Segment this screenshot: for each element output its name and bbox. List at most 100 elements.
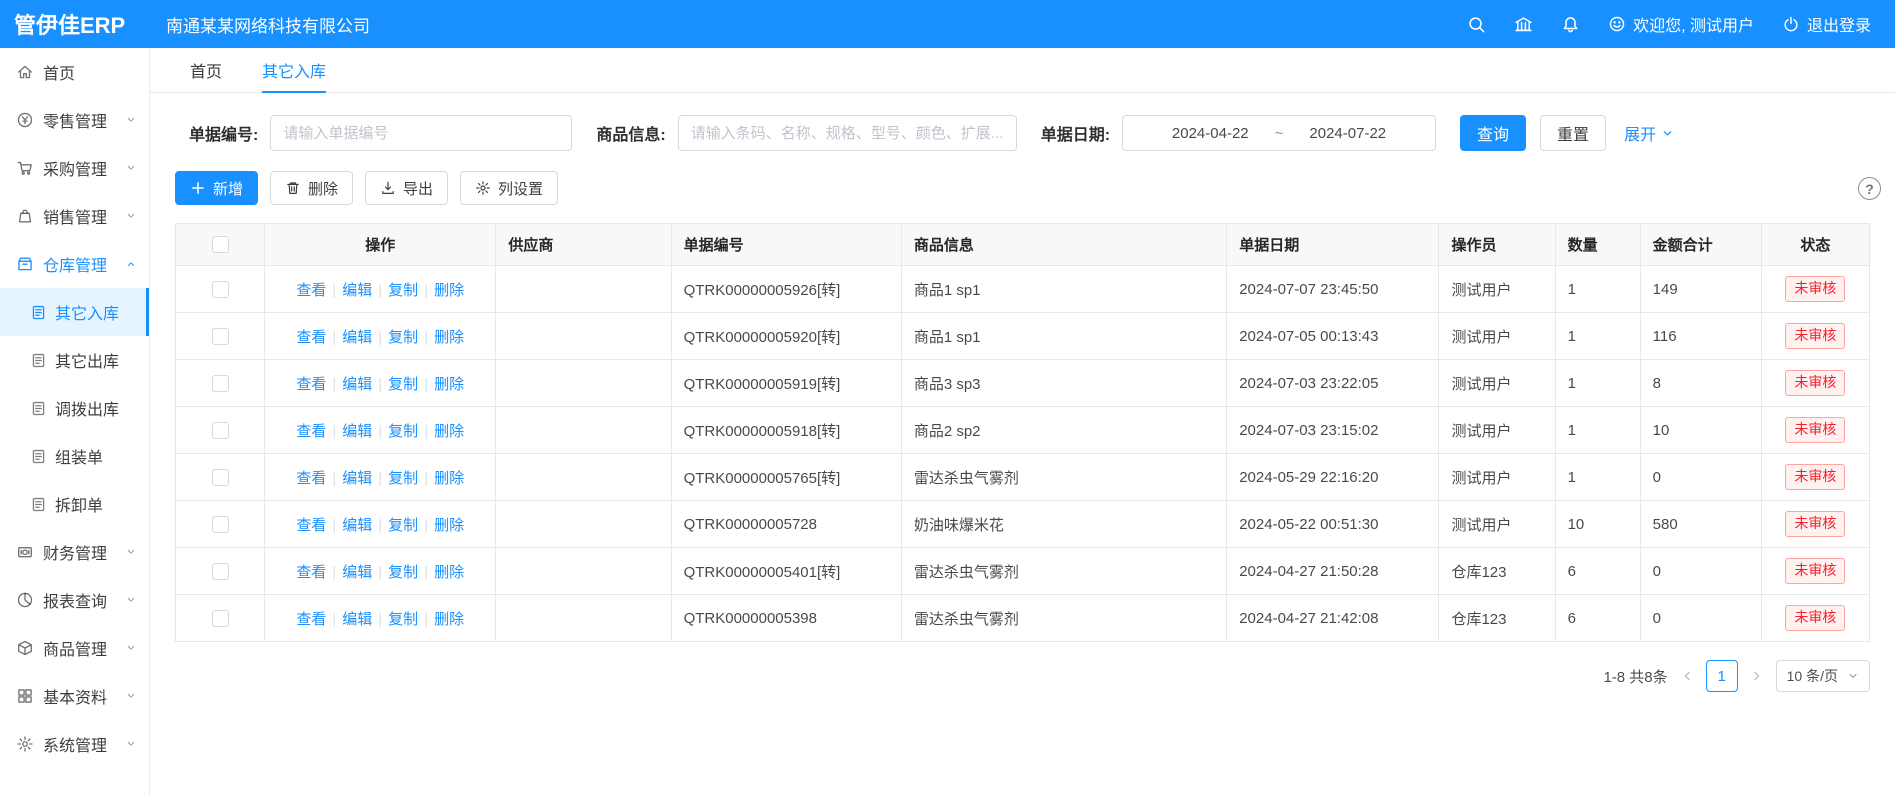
row-action-delete[interactable]: 删除 bbox=[434, 282, 464, 299]
bell-icon[interactable] bbox=[1561, 15, 1580, 34]
row-action-view[interactable]: 查看 bbox=[296, 470, 326, 487]
cell-amount: 8 bbox=[1640, 360, 1761, 407]
logout-button[interactable]: 退出登录 bbox=[1782, 12, 1871, 36]
sidebar-item-purchase[interactable]: 采购管理 bbox=[0, 144, 149, 192]
row-action-copy[interactable]: 复制 bbox=[388, 611, 418, 628]
row-checkbox[interactable] bbox=[212, 422, 229, 439]
row-checkbox[interactable] bbox=[212, 328, 229, 345]
row-action-copy[interactable]: 复制 bbox=[388, 282, 418, 299]
row-action-view[interactable]: 查看 bbox=[296, 564, 326, 581]
select-all-checkbox[interactable] bbox=[212, 236, 229, 253]
row-checkbox[interactable] bbox=[212, 375, 229, 392]
row-action-delete[interactable]: 删除 bbox=[434, 611, 464, 628]
row-action-delete[interactable]: 删除 bbox=[434, 329, 464, 346]
row-action-view[interactable]: 查看 bbox=[296, 611, 326, 628]
search-button[interactable]: 查询 bbox=[1460, 115, 1526, 151]
sidebar-item-system[interactable]: 系统管理 bbox=[0, 720, 149, 768]
bill-no-input[interactable] bbox=[270, 115, 572, 151]
row-action-edit[interactable]: 编辑 bbox=[342, 376, 372, 393]
prev-page-button[interactable] bbox=[1680, 669, 1694, 683]
row-action-copy[interactable]: 复制 bbox=[388, 470, 418, 487]
cell-bill-no: QTRK00000005398 bbox=[671, 595, 901, 642]
row-action-view[interactable]: 查看 bbox=[296, 376, 326, 393]
row-checkbox[interactable] bbox=[212, 469, 229, 486]
sidebar-item-product[interactable]: 商品管理 bbox=[0, 624, 149, 672]
document-icon bbox=[30, 448, 47, 465]
row-action-delete[interactable]: 删除 bbox=[434, 517, 464, 534]
row-action-delete[interactable]: 删除 bbox=[434, 376, 464, 393]
sidebar-item-finance[interactable]: 财务管理 bbox=[0, 528, 149, 576]
sidebar-item-transfer-outbound[interactable]: 调拨出库 bbox=[0, 384, 149, 432]
reset-button[interactable]: 重置 bbox=[1540, 115, 1606, 151]
cell-qty: 6 bbox=[1555, 548, 1640, 595]
search-icon[interactable] bbox=[1467, 15, 1486, 34]
date-end-value[interactable]: 2024-07-22 bbox=[1309, 125, 1386, 142]
delete-button[interactable]: 删除 bbox=[270, 171, 353, 205]
sidebar-item-retail[interactable]: 零售管理 bbox=[0, 96, 149, 144]
sidebar-item-warehouse[interactable]: 仓库管理 bbox=[0, 240, 149, 288]
tab-other-inbound[interactable]: 其它入库 bbox=[262, 48, 326, 92]
sidebar-item-assembly-order[interactable]: 组装单 bbox=[0, 432, 149, 480]
cell-operator: 测试用户 bbox=[1439, 313, 1555, 360]
row-action-view[interactable]: 查看 bbox=[296, 517, 326, 534]
trash-icon bbox=[285, 180, 301, 196]
product-info-input[interactable] bbox=[678, 115, 1017, 151]
row-checkbox[interactable] bbox=[212, 563, 229, 580]
sidebar-item-basic-data[interactable]: 基本资料 bbox=[0, 672, 149, 720]
sidebar-item-home[interactable]: 首页 bbox=[0, 48, 149, 96]
row-action-copy[interactable]: 复制 bbox=[388, 329, 418, 346]
report-icon bbox=[16, 591, 34, 609]
date-start-value[interactable]: 2024-04-22 bbox=[1172, 125, 1249, 142]
row-action-edit[interactable]: 编辑 bbox=[342, 329, 372, 346]
row-action-delete[interactable]: 删除 bbox=[434, 470, 464, 487]
cell-supplier bbox=[496, 595, 671, 642]
help-icon[interactable]: ? bbox=[1858, 177, 1881, 200]
sidebar-item-disassembly-order[interactable]: 拆卸单 bbox=[0, 480, 149, 528]
cell-actions: 查看|编辑|复制|删除 bbox=[265, 360, 496, 407]
sidebar-item-report[interactable]: 报表查询 bbox=[0, 576, 149, 624]
sidebar-item-other-outbound[interactable]: 其它出库 bbox=[0, 336, 149, 384]
row-action-edit[interactable]: 编辑 bbox=[342, 517, 372, 534]
row-checkbox[interactable] bbox=[212, 610, 229, 627]
row-action-view[interactable]: 查看 bbox=[296, 329, 326, 346]
user-menu[interactable]: 欢迎您, 测试用户 bbox=[1608, 12, 1754, 36]
column-settings-label: 列设置 bbox=[498, 178, 543, 199]
action-divider: | bbox=[424, 423, 428, 440]
row-action-delete[interactable]: 删除 bbox=[434, 564, 464, 581]
row-action-copy[interactable]: 复制 bbox=[388, 564, 418, 581]
column-settings-button[interactable]: 列设置 bbox=[460, 171, 558, 205]
row-action-edit[interactable]: 编辑 bbox=[342, 282, 372, 299]
add-button[interactable]: 新增 bbox=[175, 171, 258, 205]
cell-operator: 测试用户 bbox=[1439, 407, 1555, 454]
row-action-view[interactable]: 查看 bbox=[296, 423, 326, 440]
row-action-edit[interactable]: 编辑 bbox=[342, 470, 372, 487]
row-checkbox[interactable] bbox=[212, 516, 229, 533]
row-action-delete[interactable]: 删除 bbox=[434, 423, 464, 440]
building-icon[interactable] bbox=[1514, 15, 1533, 34]
cell-operator: 仓库123 bbox=[1439, 548, 1555, 595]
table-row: 查看|编辑|复制|删除 QTRK00000005765[转] 雷达杀虫气雾剂 2… bbox=[176, 454, 1870, 501]
row-action-edit[interactable]: 编辑 bbox=[342, 611, 372, 628]
sidebar-item-other-inbound[interactable]: 其它入库 bbox=[0, 288, 149, 336]
row-action-edit[interactable]: 编辑 bbox=[342, 423, 372, 440]
next-page-button[interactable] bbox=[1750, 669, 1764, 683]
row-action-edit[interactable]: 编辑 bbox=[342, 564, 372, 581]
row-action-view[interactable]: 查看 bbox=[296, 282, 326, 299]
row-action-copy[interactable]: 复制 bbox=[388, 376, 418, 393]
action-divider: | bbox=[424, 282, 428, 299]
bill-no-label: 单据编号: bbox=[189, 121, 258, 145]
tab-home[interactable]: 首页 bbox=[190, 48, 222, 92]
table-row: 查看|编辑|复制|删除 QTRK00000005728 奶油味爆米花 2024-… bbox=[176, 501, 1870, 548]
sidebar-item-sales[interactable]: 销售管理 bbox=[0, 192, 149, 240]
page-size-select[interactable]: 10 条/页 bbox=[1776, 660, 1870, 692]
date-range-picker[interactable]: 2024-04-22 ~ 2024-07-22 bbox=[1122, 115, 1436, 151]
action-divider: | bbox=[378, 329, 382, 346]
row-checkbox[interactable] bbox=[212, 281, 229, 298]
sidebar-item-label: 其它入库 bbox=[55, 300, 119, 324]
export-button[interactable]: 导出 bbox=[365, 171, 448, 205]
cell-date: 2024-05-22 00:51:30 bbox=[1227, 501, 1439, 548]
row-action-copy[interactable]: 复制 bbox=[388, 423, 418, 440]
row-action-copy[interactable]: 复制 bbox=[388, 517, 418, 534]
page-number-1[interactable]: 1 bbox=[1706, 660, 1738, 692]
expand-toggle[interactable]: 展开 bbox=[1624, 121, 1674, 145]
